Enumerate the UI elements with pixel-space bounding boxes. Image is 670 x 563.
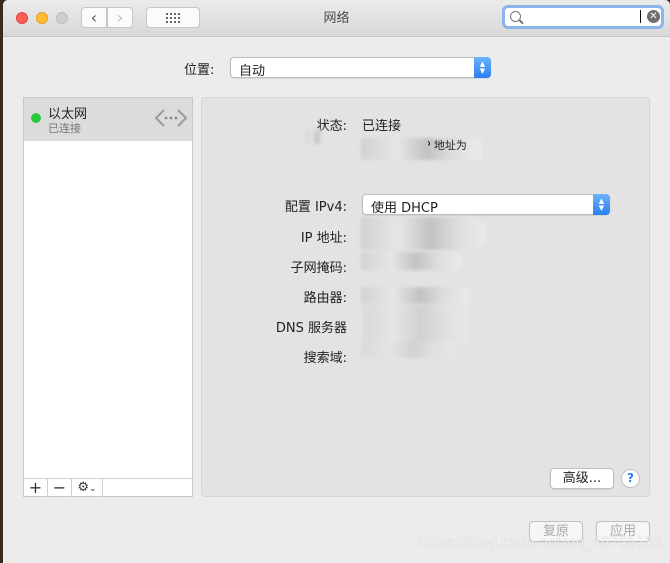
redacted-dns-servers: [363, 305, 468, 343]
help-button[interactable]: ?: [621, 469, 640, 488]
chevron-down-icon: ⌄: [89, 484, 97, 494]
router-label: 路由器:: [303, 291, 347, 306]
dns-server-label: DNS 服务器: [275, 321, 347, 336]
subnet-mask-label: 子网掩码:: [290, 261, 347, 276]
text-caret: [640, 10, 641, 23]
title-bar: ‹ › 网络 ✕: [3, 0, 670, 37]
configure-ipv4-label: 配置 IPv4:: [284, 200, 347, 215]
location-value: 自动: [239, 64, 266, 79]
service-item-ethernet[interactable]: 以太网 已连接: [24, 98, 192, 141]
configure-ipv4-popup[interactable]: 使用 DHCP ▲ ▼: [362, 194, 610, 216]
redacted-subnet-mask: [361, 252, 461, 270]
clear-search-icon[interactable]: ✕: [647, 10, 660, 23]
service-list: 以太网 已连接 + − ⚙⌄: [23, 97, 193, 497]
service-status: 已连接: [48, 122, 81, 135]
redacted-router: [361, 287, 469, 304]
redacted-region: [306, 130, 326, 144]
redacted-ip-address: [361, 217, 487, 250]
configure-ipv4-value: 使用 DHCP: [371, 201, 438, 216]
popup-arrows-icon: ▲ ▼: [593, 194, 610, 215]
redacted-search-domains: [361, 342, 456, 358]
add-service-button[interactable]: +: [24, 479, 48, 497]
gear-icon: ⚙: [77, 480, 90, 495]
advanced-button[interactable]: 高级...: [550, 468, 614, 489]
status-value: 已连接: [362, 119, 402, 134]
action-menu-button[interactable]: ⚙⌄: [72, 479, 103, 497]
watermark: https://blog.csdn.net/qq_40755155: [417, 535, 663, 551]
ethernet-icon: [155, 109, 187, 127]
network-preferences-window: ‹ › 网络 ✕ 位置: 自动 ▲ ▼ 以太网 已连接 + − ⚙⌄ 状态: 已…: [3, 0, 670, 563]
popup-arrows-icon: ▲ ▼: [474, 57, 491, 78]
location-label: 位置:: [184, 63, 215, 78]
search-field[interactable]: ✕: [502, 5, 664, 29]
search-domains-label: 搜索域:: [303, 351, 347, 366]
remove-service-button[interactable]: −: [48, 479, 72, 497]
location-popup[interactable]: 自动 ▲ ▼: [230, 57, 491, 79]
service-list-toolbar: + − ⚙⌄: [24, 478, 192, 497]
connected-status-icon: [31, 113, 41, 123]
search-icon: [510, 11, 521, 22]
ip-address-label: IP 地址:: [300, 231, 347, 246]
